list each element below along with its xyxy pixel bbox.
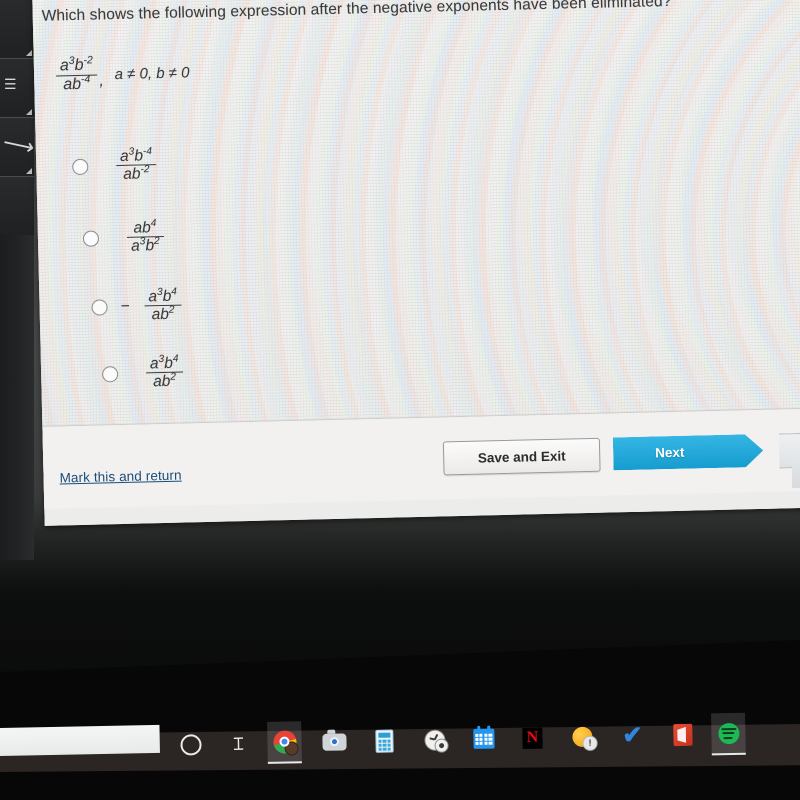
calendar-icon <box>472 725 495 749</box>
stem-condition: a ≠ 0, b ≠ 0 <box>114 64 190 83</box>
calculator-icon <box>375 729 394 753</box>
stem-num-b: b <box>74 56 84 75</box>
tool-cell-bottom[interactable] <box>0 177 34 235</box>
taskbar-search-box[interactable] <box>0 724 160 756</box>
tool-cell-cursor[interactable]: ⟶ <box>0 118 37 177</box>
taskbar-item-calendar[interactable] <box>466 721 501 756</box>
opt3-num-a: a <box>148 288 158 306</box>
photo-scene: ☰ ⟶ Which shows the following expression… <box>0 0 800 800</box>
opt3-num-b: b <box>162 287 172 306</box>
chrome-icon <box>272 729 299 756</box>
opt3-den-b-exp: 2 <box>168 304 175 317</box>
stem-den-a: a <box>63 75 73 94</box>
taskbar-item-alarms-clock[interactable] <box>417 722 452 757</box>
stem-comma: , <box>99 72 104 90</box>
opt1-num-a: a <box>119 147 129 165</box>
taskbar-item-netflix[interactable]: N <box>515 721 550 756</box>
opt4-den-b-exp: 2 <box>170 371 177 384</box>
taskbar-item-camera[interactable] <box>317 724 352 759</box>
taskbar-item-calculator[interactable] <box>367 723 402 758</box>
taskbar-item-office[interactable] <box>665 718 700 753</box>
opt4-num-b: b <box>164 354 174 372</box>
chrome-profile-badge-icon <box>283 740 299 756</box>
option-4-numerator: a3b4 <box>146 353 183 373</box>
corner-marker-icon <box>26 50 32 56</box>
opt4-num-a: a <box>149 355 159 373</box>
stem-numerator: a3b-2 <box>56 54 97 75</box>
tool-cell-top[interactable] <box>0 0 34 59</box>
stem-den-b-exp: -4 <box>80 73 91 86</box>
question-text: Which shows the following expression aft… <box>41 0 672 25</box>
radio-button-2[interactable] <box>82 230 100 247</box>
opt2-num-b-exp: 4 <box>150 217 157 230</box>
save-and-exit-button[interactable]: Save and Exit <box>442 437 601 476</box>
spotify-icon <box>717 722 740 744</box>
option-4-fraction: a3b4 ab2 <box>146 353 184 392</box>
weather-alert-badge-icon: ! <box>582 735 598 751</box>
stem-den-b: b <box>71 75 82 93</box>
office-icon <box>672 723 693 747</box>
radio-button-4[interactable] <box>101 365 119 383</box>
stem-denominator: ab-4 <box>56 73 98 95</box>
taskbar-item-spotify[interactable] <box>711 712 746 756</box>
taskbar-item-chrome[interactable] <box>267 721 302 764</box>
option-3-denominator: ab2 <box>144 304 182 325</box>
taskbar-item-task-view[interactable]: ⌶ <box>221 726 256 761</box>
stem-num-b-exp: -2 <box>83 54 93 67</box>
opt2-den-b-exp: 2 <box>153 236 160 248</box>
quiz-content: Which shows the following expression aft… <box>32 0 800 456</box>
opt1-num-b-exp: -4 <box>142 146 153 158</box>
text-tool-icon: ☰ <box>4 76 17 92</box>
stem-fraction: a3b-2 ab-4 <box>56 54 98 95</box>
answer-option-1[interactable]: a3b-4 ab-2 <box>72 146 157 185</box>
netflix-letter: N <box>526 728 539 746</box>
option-3-fraction: a3b4 ab2 <box>144 286 182 325</box>
opt1-den-b-exp: -2 <box>140 164 150 176</box>
corner-marker-icon <box>26 109 32 115</box>
next-button[interactable]: Next <box>613 434 764 471</box>
radio-button-3[interactable] <box>91 299 108 316</box>
option-2-fraction: ab4 a3b2 <box>126 217 164 256</box>
option-3-sign: − <box>120 297 130 315</box>
quiz-page-surface: Which shows the following expression aft… <box>32 0 800 526</box>
answer-option-4[interactable]: a3b4 ab2 <box>101 353 184 393</box>
opt3-den-a: a <box>151 306 161 324</box>
answer-option-2[interactable]: ab4 a3b2 <box>82 217 164 257</box>
option-3-numerator: a3b4 <box>144 286 181 306</box>
option-2-denominator: a3b2 <box>126 236 164 256</box>
taskbar-item-cortana[interactable] <box>173 727 208 762</box>
camera-icon <box>322 732 347 751</box>
opt4-num-b-exp: 4 <box>172 353 179 365</box>
browser-page: Which shows the following expression aft… <box>32 0 800 526</box>
alarms-clock-icon <box>423 729 449 753</box>
stem-expression: a3b-2 ab-4 , a ≠ 0, b ≠ 0 <box>56 54 190 95</box>
todo-check-icon: ✔ <box>622 721 643 750</box>
adjacent-window-sliver <box>792 452 800 488</box>
alarm-badge-icon <box>433 737 449 753</box>
netflix-icon: N <box>522 727 543 749</box>
option-1-fraction: a3b-4 ab-2 <box>116 146 157 184</box>
corner-marker-icon <box>26 168 32 174</box>
opt1-num-b: b <box>134 147 144 165</box>
task-view-icon: ⌶ <box>233 733 244 754</box>
opt3-num-b-exp: 4 <box>171 286 178 298</box>
cursor-arrow-icon: ⟶ <box>0 129 37 161</box>
tool-cell-text[interactable]: ☰ <box>0 59 34 118</box>
opt2-den-a: a <box>130 237 140 256</box>
opt2-den-b: b <box>145 237 155 255</box>
weather-icon: ! <box>572 726 598 751</box>
option-2-numerator: ab4 <box>127 217 164 237</box>
option-4-denominator: ab2 <box>146 371 184 392</box>
mark-this-and-return-link[interactable]: Mark this and return <box>59 468 181 486</box>
radio-button-1[interactable] <box>72 158 89 175</box>
taskbar-item-weather[interactable]: ! <box>565 720 600 755</box>
stem-num-a: a <box>59 57 69 75</box>
left-tool-palette: ☰ ⟶ <box>0 0 37 560</box>
answer-option-3[interactable]: − a3b4 ab2 <box>91 286 182 326</box>
taskbar-item-todo[interactable]: ✔ <box>615 719 650 754</box>
option-1-numerator: a3b-4 <box>116 146 156 165</box>
cortana-icon <box>179 733 202 756</box>
option-1-denominator: ab-2 <box>116 164 157 184</box>
